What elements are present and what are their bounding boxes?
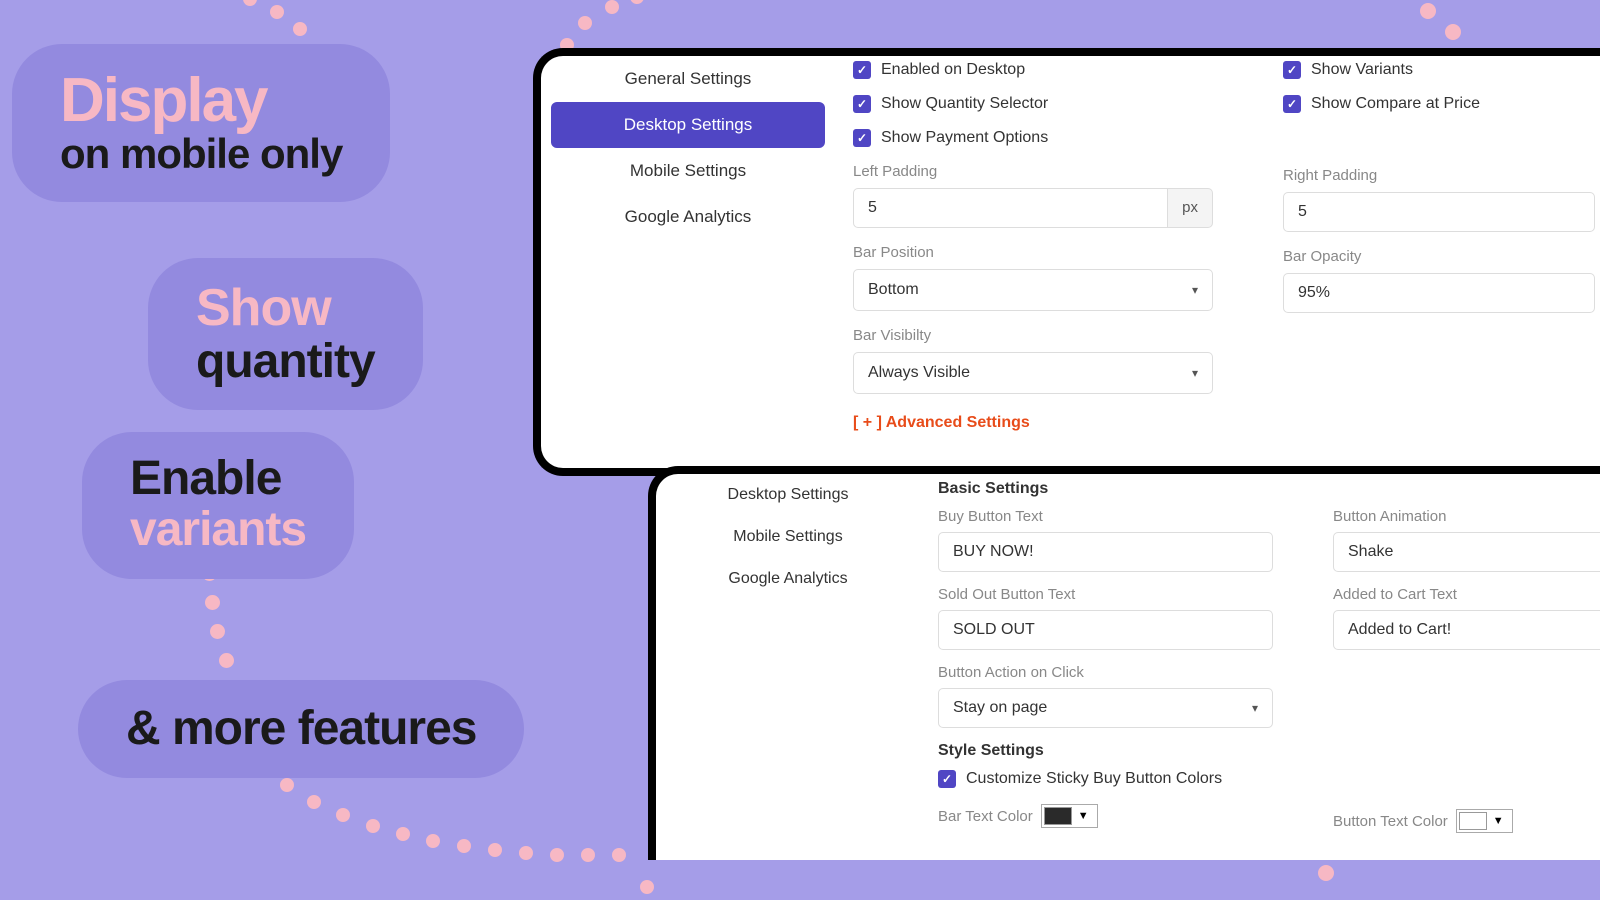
checkbox-show-quantity[interactable]: [853, 95, 871, 113]
select-button-action-value: Stay on page: [953, 699, 1047, 717]
select-bar-visibility-value: Always Visible: [868, 364, 970, 382]
input-button-animation[interactable]: Shake: [1333, 532, 1600, 572]
chevron-down-icon: ▾: [1252, 701, 1258, 715]
badge-enable-sub: variants: [130, 504, 306, 557]
label-enabled-desktop: Enabled on Desktop: [881, 61, 1025, 79]
label-bar-visibility: Bar Visibilty: [853, 327, 1213, 344]
input-buy-button-text[interactable]: BUY NOW!: [938, 532, 1273, 572]
checkbox-enabled-desktop[interactable]: [853, 61, 871, 79]
sidebar-1: General Settings Desktop Settings Mobile…: [541, 56, 835, 468]
input-bar-opacity[interactable]: 95%: [1283, 273, 1595, 313]
label-button-action: Button Action on Click: [938, 664, 1273, 681]
chevron-down-icon: ▼: [1072, 810, 1095, 822]
badge-display-sub: on mobile only: [60, 132, 342, 176]
badge-show-title: Show: [196, 280, 375, 337]
input-added-cart-text[interactable]: Added to Cart!: [1333, 610, 1600, 650]
content-2: Basic Settings Buy Button Text BUY NOW! …: [920, 474, 1600, 860]
label-show-quantity: Show Quantity Selector: [881, 95, 1048, 113]
nav-mobile-settings[interactable]: Mobile Settings: [551, 148, 825, 194]
label-show-payment: Show Payment Options: [881, 129, 1048, 147]
label-sold-out-text: Sold Out Button Text: [938, 586, 1273, 603]
nav-desktop-settings[interactable]: Desktop Settings: [551, 102, 825, 148]
select-bar-visibility[interactable]: Always Visible ▾: [853, 352, 1213, 394]
select-button-action[interactable]: Stay on page ▾: [938, 688, 1273, 728]
section-style-settings: Style Settings: [938, 742, 1273, 760]
checkbox-show-payment[interactable]: [853, 129, 871, 147]
nav2-desktop-settings[interactable]: Desktop Settings: [666, 474, 910, 516]
select-bar-position[interactable]: Bottom ▾: [853, 269, 1213, 311]
checkbox-show-compare[interactable]: [1283, 95, 1301, 113]
color-swatch: [1044, 807, 1072, 825]
nav-google-analytics[interactable]: Google Analytics: [551, 194, 825, 240]
label-bar-position: Bar Position: [853, 244, 1213, 261]
settings-panel-2: Desktop Settings Mobile Settings Google …: [648, 466, 1600, 860]
checkbox-show-variants[interactable]: [1283, 61, 1301, 79]
label-show-variants: Show Variants: [1311, 61, 1413, 79]
chevron-down-icon: ▾: [1192, 283, 1198, 297]
badge-display-title: Display: [60, 70, 342, 132]
section-basic-settings: Basic Settings: [938, 480, 1273, 498]
nav-general-settings[interactable]: General Settings: [551, 56, 825, 102]
chevron-down-icon: ▼: [1487, 815, 1510, 827]
chevron-down-icon: ▾: [1192, 366, 1198, 380]
sidebar-2: Desktop Settings Mobile Settings Google …: [656, 474, 920, 860]
nav2-mobile-settings[interactable]: Mobile Settings: [666, 516, 910, 558]
label-bar-text-color: Bar Text Color: [938, 808, 1033, 825]
color-picker-bar-text[interactable]: ▼: [1041, 804, 1098, 828]
input-right-padding[interactable]: 5: [1283, 192, 1595, 232]
badge-enable-title: Enable: [130, 454, 306, 504]
label-show-compare: Show Compare at Price: [1311, 95, 1480, 113]
select-bar-position-value: Bottom: [868, 281, 919, 299]
label-left-padding: Left Padding: [853, 163, 1213, 180]
input-sold-out-text[interactable]: SOLD OUT: [938, 610, 1273, 650]
badge-more: & more features: [126, 704, 476, 754]
label-bar-opacity: Bar Opacity: [1283, 248, 1595, 265]
label-button-animation: Button Animation: [1333, 508, 1600, 525]
input-left-padding[interactable]: 5: [853, 188, 1168, 228]
badge-show-sub: quantity: [196, 337, 375, 387]
label-customize-colors: Customize Sticky Buy Button Colors: [966, 770, 1222, 788]
label-buy-button-text: Buy Button Text: [938, 508, 1273, 525]
label-right-padding: Right Padding: [1283, 167, 1595, 184]
nav2-google-analytics[interactable]: Google Analytics: [666, 558, 910, 600]
advanced-settings-toggle[interactable]: [ + ] Advanced Settings: [853, 414, 1213, 432]
color-swatch: [1459, 812, 1487, 830]
label-added-cart-text: Added to Cart Text: [1333, 586, 1600, 603]
settings-panel-1: General Settings Desktop Settings Mobile…: [533, 48, 1600, 476]
content-1: Enabled on Desktop Show Quantity Selecto…: [835, 56, 1600, 468]
label-button-text-color: Button Text Color: [1333, 813, 1448, 830]
color-picker-button-text[interactable]: ▼: [1456, 809, 1513, 833]
checkbox-customize-colors[interactable]: [938, 770, 956, 788]
unit-left-padding: px: [1168, 188, 1213, 228]
